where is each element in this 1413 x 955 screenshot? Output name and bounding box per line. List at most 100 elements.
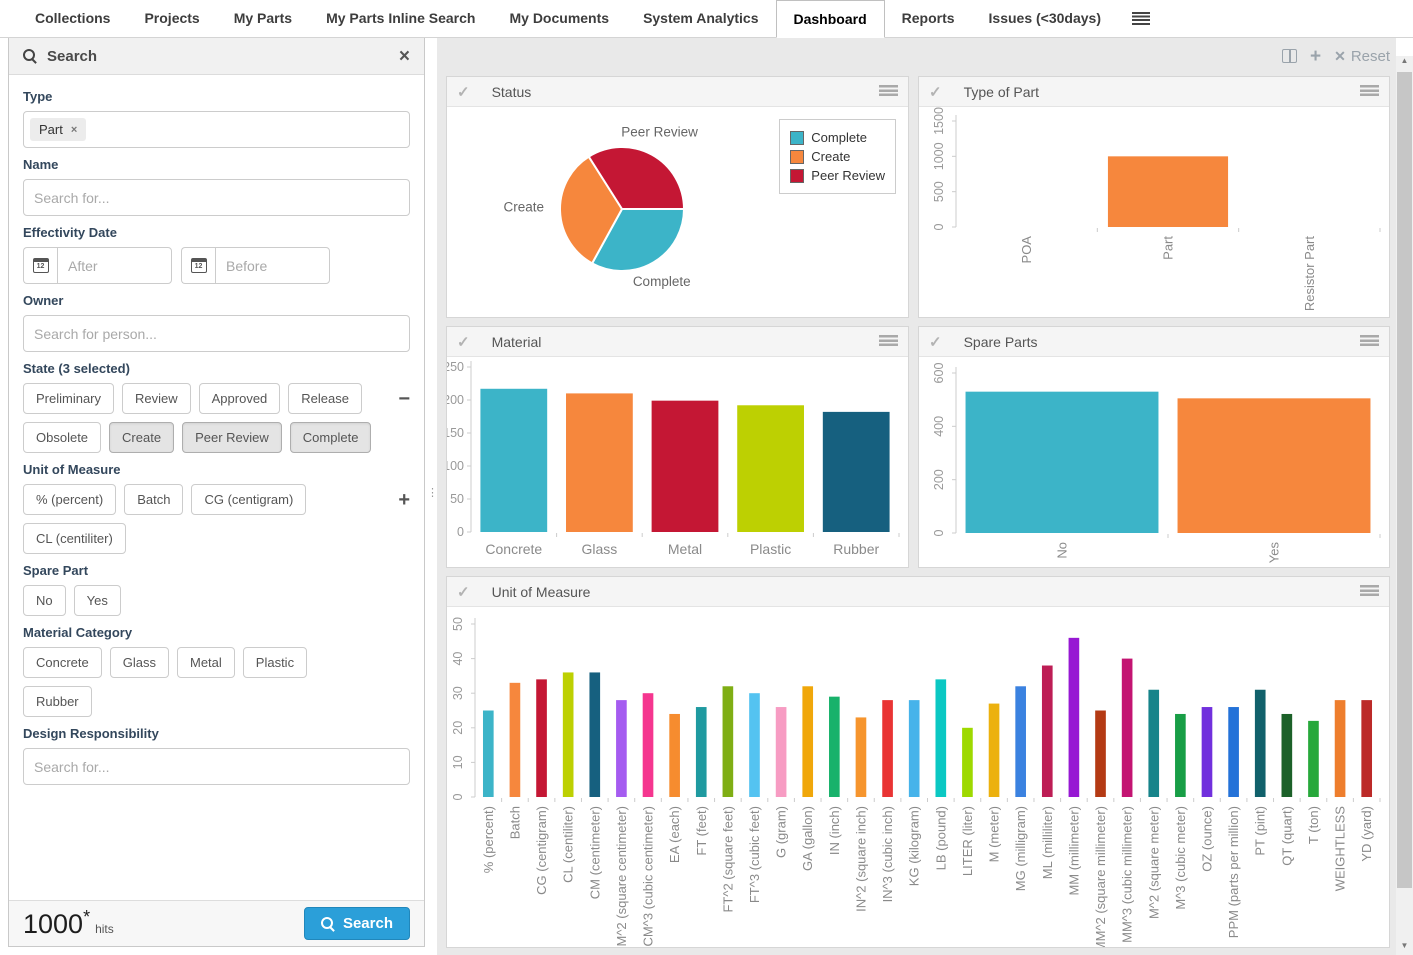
bar-rubber[interactable] [823, 412, 890, 532]
nav-item-system-analytics[interactable]: System Analytics [626, 0, 775, 37]
legend-item-create[interactable]: Create [790, 149, 885, 164]
bar-mm-3-cubic-millimeter[interactable] [1122, 659, 1133, 797]
nav-item-my-parts-inline-search[interactable]: My Parts Inline Search [309, 0, 492, 37]
vertical-scrollbar[interactable]: ▲ ▼ [1396, 56, 1413, 955]
filter-button-complete[interactable]: Complete [290, 422, 372, 453]
filter-button-no[interactable]: No [23, 585, 66, 616]
reset-button[interactable]: ✕ Reset [1334, 48, 1390, 65]
panel-check-icon[interactable]: ✓ [457, 583, 470, 601]
bar-weightless[interactable] [1335, 700, 1346, 797]
bar-plastic[interactable] [737, 405, 804, 532]
owner-input[interactable] [23, 315, 410, 352]
nav-item-reports[interactable]: Reports [885, 0, 972, 37]
filter-button-peer-review[interactable]: Peer Review [182, 422, 282, 453]
filter-button-concrete[interactable]: Concrete [23, 647, 102, 678]
bar-cg-centigram[interactable] [536, 679, 547, 797]
close-icon[interactable]: × [399, 47, 410, 66]
calendar-icon[interactable]: 12 [23, 247, 57, 284]
panel-menu-icon[interactable] [1360, 335, 1379, 348]
bar-m-3-cubic-meter[interactable] [1175, 714, 1186, 797]
filter-button-obsolete[interactable]: Obsolete [23, 422, 101, 453]
bar-lb-pound[interactable] [935, 679, 946, 797]
name-input[interactable] [23, 179, 410, 216]
panel-menu-icon[interactable] [1360, 85, 1379, 98]
bar-cl-centiliter[interactable] [563, 672, 574, 797]
bar-in-inch[interactable] [829, 697, 840, 797]
panel-menu-icon[interactable] [879, 335, 898, 348]
bar-cm-centimeter[interactable] [589, 672, 600, 797]
bar-t-ton[interactable] [1308, 721, 1319, 797]
bar-ea-each[interactable] [669, 714, 680, 797]
nav-item-collections[interactable]: Collections [18, 0, 127, 37]
bar-liter-liter[interactable] [962, 728, 973, 797]
panel-menu-icon[interactable] [879, 85, 898, 98]
nav-item-projects[interactable]: Projects [127, 0, 216, 37]
filter-button-create[interactable]: Create [109, 422, 174, 453]
bar-no[interactable] [966, 392, 1159, 533]
add-panel-icon[interactable]: + [1310, 47, 1321, 66]
collapse-minus-icon[interactable]: − [398, 389, 410, 409]
filter-button-approved[interactable]: Approved [199, 383, 281, 414]
filter-button-batch[interactable]: Batch [124, 484, 183, 515]
bar-in-2-square-inch[interactable] [856, 717, 867, 797]
filter-button-percent[interactable]: % (percent) [23, 484, 116, 515]
filter-button-release[interactable]: Release [288, 383, 362, 414]
filter-button-rubber[interactable]: Rubber [23, 686, 92, 717]
bar-ft-2-square-feet[interactable] [723, 686, 734, 797]
filter-button-plastic[interactable]: Plastic [243, 647, 307, 678]
bar-mm-2-square-millimeter[interactable] [1095, 711, 1106, 798]
bar-cm-2-square-centimeter[interactable] [616, 700, 627, 797]
bar-qt-quart[interactable] [1282, 714, 1293, 797]
scrollbar-thumb[interactable] [1397, 72, 1412, 888]
expand-plus-icon[interactable]: + [398, 490, 410, 510]
nav-item-my-parts[interactable]: My Parts [217, 0, 309, 37]
bar-kg-kilogram[interactable] [909, 700, 920, 797]
bar-pt-pint[interactable] [1255, 690, 1266, 797]
remove-tag-icon[interactable]: × [71, 124, 77, 136]
bar-oz-ounce[interactable] [1202, 707, 1213, 797]
bar-cm-3-cubic-centimeter[interactable] [643, 693, 654, 797]
calendar-icon[interactable]: 12 [181, 247, 215, 284]
panel-check-icon[interactable]: ✓ [457, 333, 470, 351]
bar-m-meter[interactable] [989, 704, 1000, 797]
bar-g-gram[interactable] [776, 707, 787, 797]
legend-item-complete[interactable]: Complete [790, 130, 885, 145]
filter-button-yes[interactable]: Yes [74, 585, 121, 616]
panel-check-icon[interactable]: ✓ [929, 333, 942, 351]
panel-check-icon[interactable]: ✓ [929, 83, 942, 101]
bar-part[interactable] [1108, 156, 1228, 227]
search-button[interactable]: Search [304, 907, 410, 940]
filter-button-review[interactable]: Review [122, 383, 191, 414]
bar-ml-milliliter[interactable] [1042, 666, 1053, 797]
nav-item-my-documents[interactable]: My Documents [492, 0, 626, 37]
scroll-down-icon[interactable]: ▼ [1396, 941, 1413, 955]
scroll-up-icon[interactable]: ▲ [1396, 56, 1413, 70]
bar-yd-yard[interactable] [1361, 700, 1372, 797]
panel-check-icon[interactable]: ✓ [457, 83, 470, 101]
bar-yes[interactable] [1178, 398, 1371, 533]
bar-ga-gallon[interactable] [802, 686, 813, 797]
bar-ppm-parts-per-million[interactable] [1228, 707, 1239, 797]
type-field[interactable]: Part × [23, 111, 410, 148]
bar-mm-millimeter[interactable] [1069, 638, 1080, 797]
bar-m-2-square-meter[interactable] [1148, 690, 1159, 797]
bar-ft-3-cubic-feet[interactable] [749, 693, 760, 797]
bar-percent[interactable] [483, 711, 494, 798]
filter-button-cg-centigram[interactable]: CG (centigram) [191, 484, 306, 515]
bar-glass[interactable] [566, 393, 633, 532]
bar-mg-milligram[interactable] [1015, 686, 1026, 797]
panel-splitter[interactable]: ⋮ [425, 38, 437, 955]
bar-in-3-cubic-inch[interactable] [882, 700, 893, 797]
legend-item-peer-review[interactable]: Peer Review [790, 168, 885, 183]
panel-menu-icon[interactable] [1360, 585, 1379, 598]
bar-ft-feet[interactable] [696, 707, 707, 797]
nav-menu-icon[interactable] [1132, 12, 1150, 25]
layout-columns-icon[interactable] [1282, 49, 1297, 63]
design-responsibility-input[interactable] [23, 748, 410, 785]
before-date-input[interactable] [215, 247, 330, 284]
bar-metal[interactable] [652, 401, 719, 532]
filter-button-metal[interactable]: Metal [177, 647, 235, 678]
bar-concrete[interactable] [480, 389, 547, 532]
bar-batch[interactable] [510, 683, 521, 797]
after-date-input[interactable] [57, 247, 172, 284]
